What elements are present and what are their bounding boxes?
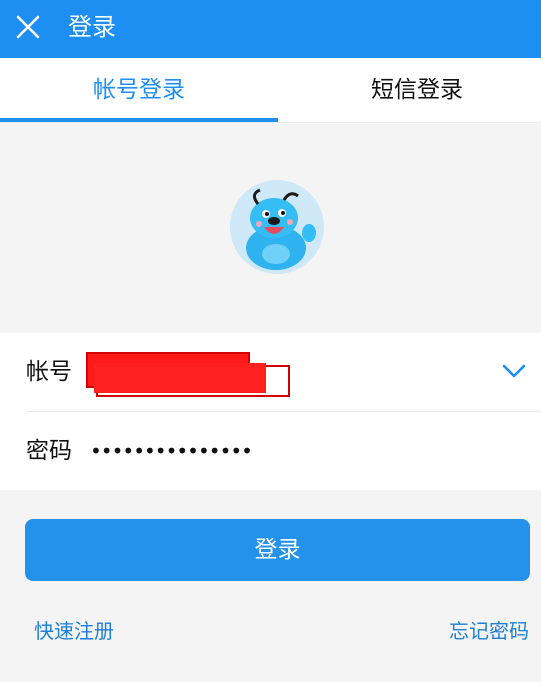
account-label: 帐号 (26, 359, 72, 385)
tab-sms-login[interactable]: 短信登录 (278, 58, 541, 122)
chevron-down-icon[interactable] (501, 357, 527, 383)
avatar (230, 180, 324, 274)
page-title: 登录 (68, 13, 116, 41)
close-icon[interactable] (14, 13, 42, 41)
login-form: 帐号 密码 ••••••••••••••• (0, 333, 541, 490)
password-label: 密码 (26, 438, 72, 464)
password-input[interactable]: ••••••••••••••• (90, 412, 253, 490)
redaction-box (94, 363, 266, 393)
register-link[interactable]: 快速注册 (34, 615, 114, 644)
forgot-password-link[interactable]: 忘记密码 (449, 615, 529, 644)
password-row: 密码 ••••••••••••••• (0, 412, 541, 490)
login-button[interactable]: 登录 (25, 519, 530, 581)
app-header: 登录 (0, 0, 541, 58)
active-tab-indicator (0, 118, 278, 122)
login-tabs: 帐号登录 短信登录 (0, 58, 541, 123)
tab-account-login[interactable]: 帐号登录 (0, 58, 278, 122)
cartoon-dog-avatar-icon (230, 180, 324, 274)
